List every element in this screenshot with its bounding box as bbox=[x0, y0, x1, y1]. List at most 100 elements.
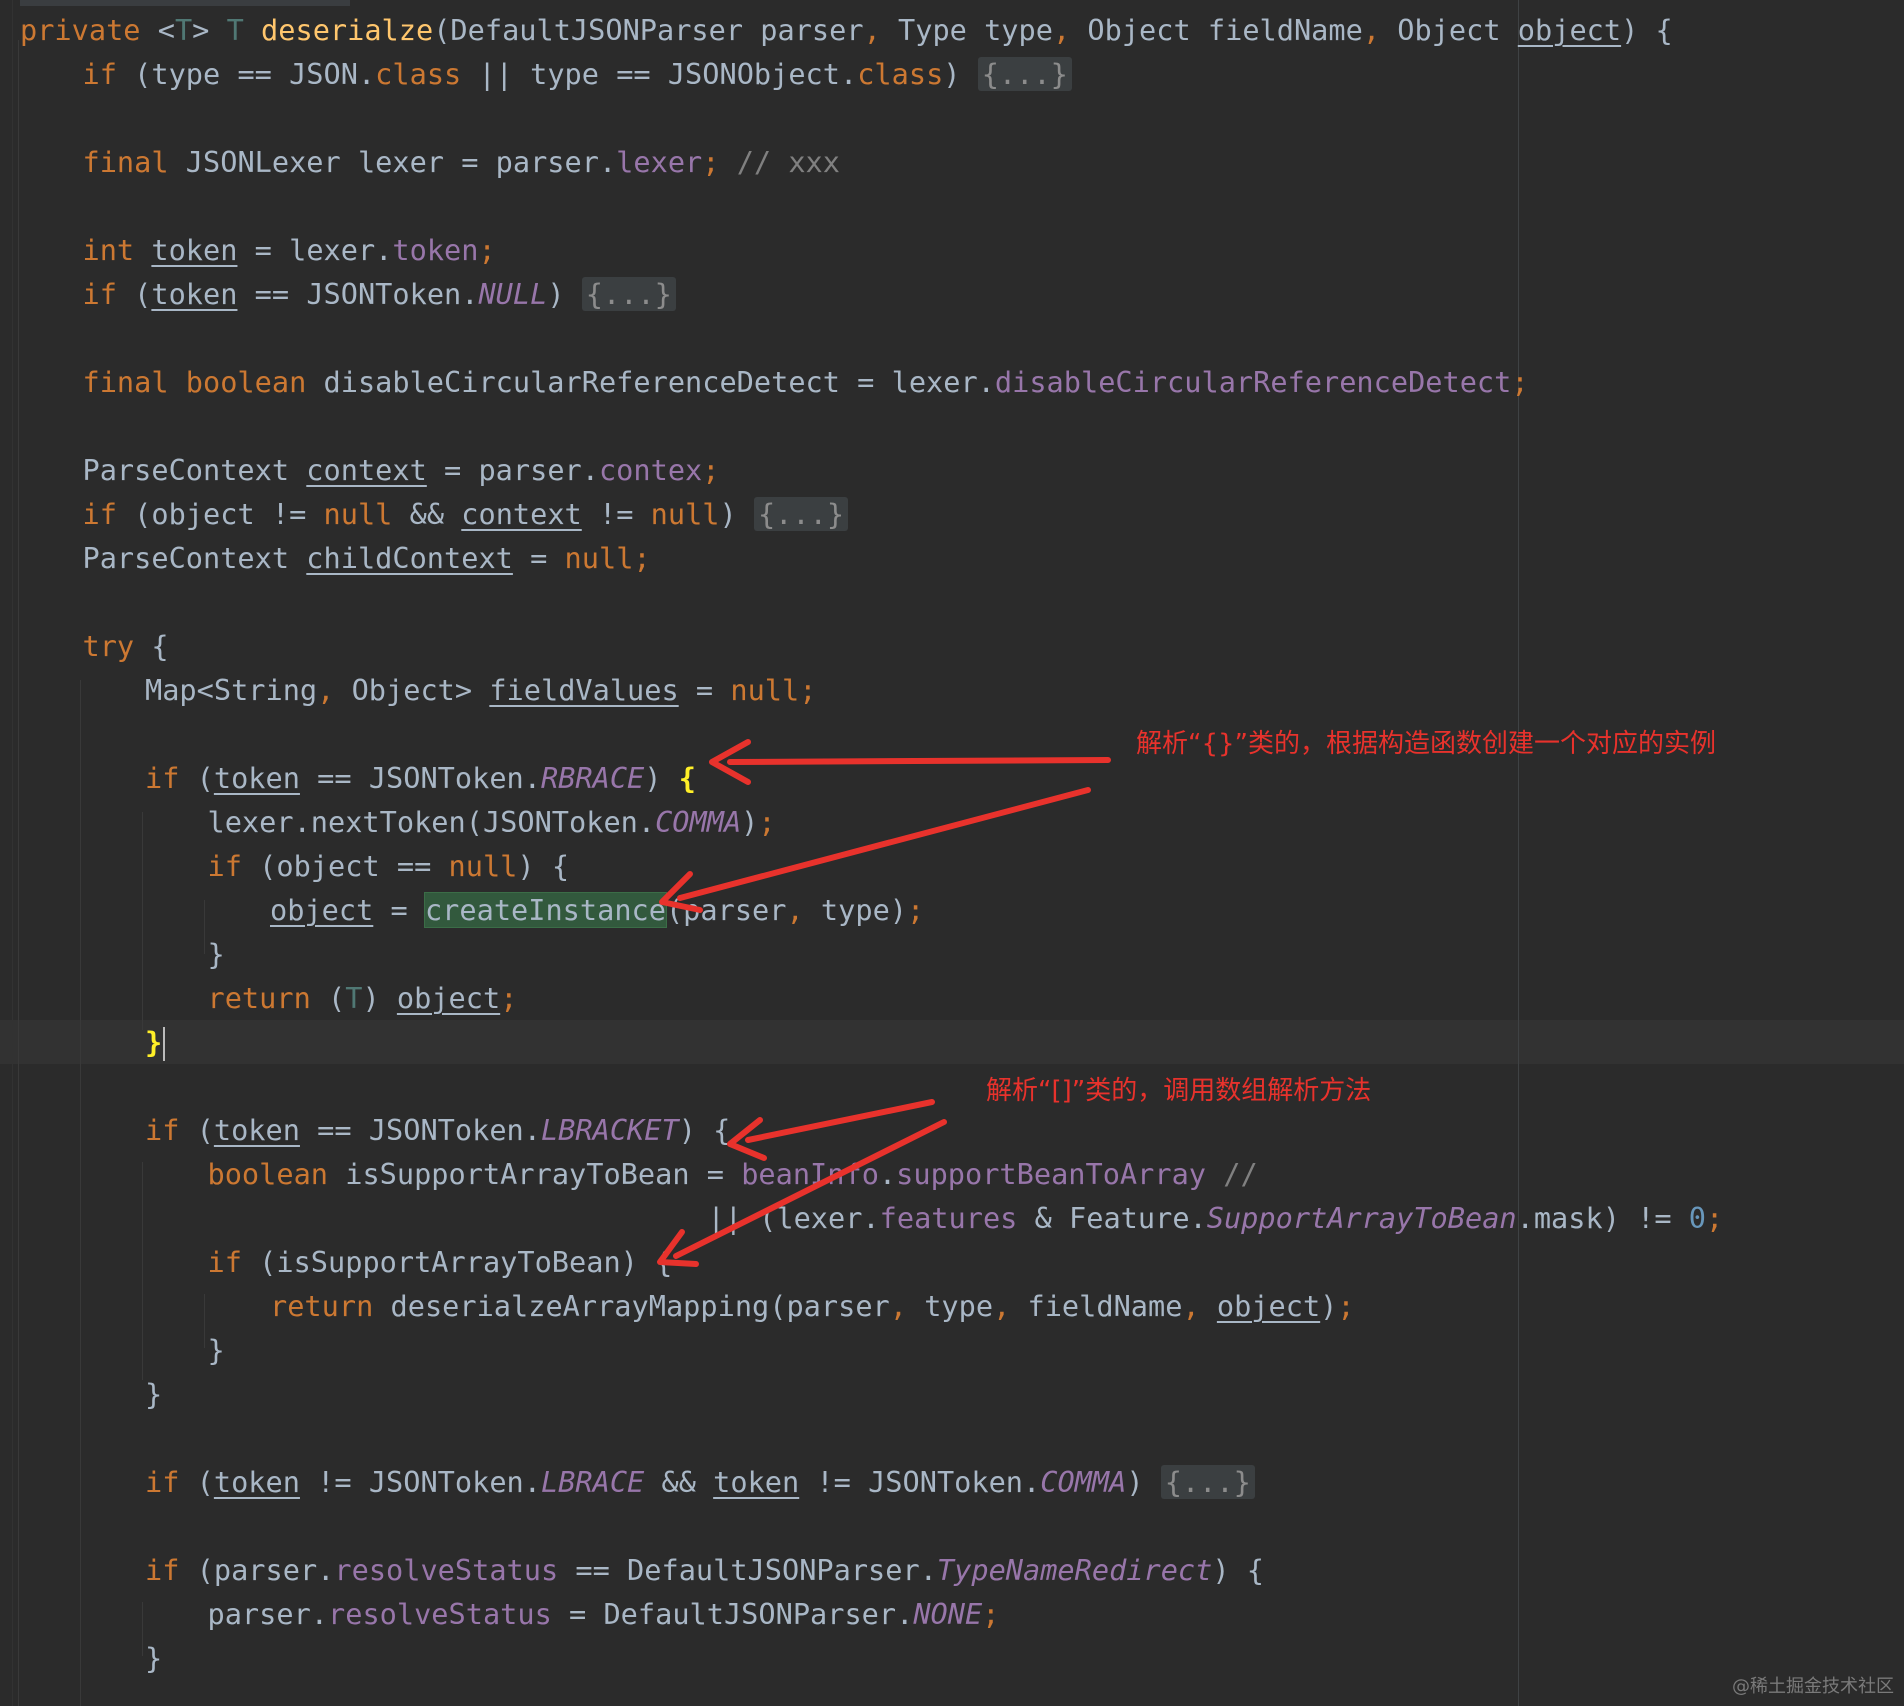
code-token: (isSupportArrayToBean) { bbox=[259, 1245, 673, 1279]
code-line[interactable]: boolean isSupportArrayToBean = beanInfo.… bbox=[208, 1152, 1258, 1196]
code-token: boolean bbox=[207, 1157, 346, 1191]
code-token: LBRACE bbox=[540, 1465, 662, 1499]
code-token: != JSONToken. bbox=[799, 1465, 1041, 1499]
code-token: SupportArrayToBean bbox=[1206, 1201, 1517, 1235]
code-token: private bbox=[20, 13, 158, 47]
code-line[interactable]: object = createInstance(parser, type); bbox=[270, 888, 924, 932]
code-token: != bbox=[581, 497, 651, 531]
code-token: == JSONToken. bbox=[299, 1113, 541, 1147]
code-token: fieldValues bbox=[489, 673, 679, 707]
code-line[interactable]: } bbox=[208, 932, 225, 976]
annotation-brace-parse: 解析“{}”类的，根据构造函数创建一个对应的实例 bbox=[1136, 729, 1717, 759]
indent-guide bbox=[18, 40, 19, 1706]
code-line[interactable]: if (token == JSONToken.NULL) {...} bbox=[83, 272, 676, 316]
code-line[interactable]: || (lexer.features & Feature.SupportArra… bbox=[708, 1196, 1724, 1240]
code-token: disableCircularReferenceDetect bbox=[994, 365, 1512, 399]
code-line[interactable]: return deserialzeArrayMapping(parser, ty… bbox=[270, 1284, 1355, 1328]
code-token: ) bbox=[1320, 1289, 1338, 1323]
code-token: null bbox=[650, 497, 720, 531]
code-token: = DefaultJSONParser. bbox=[569, 1597, 914, 1631]
code-line[interactable]: int token = lexer.token; bbox=[83, 228, 496, 272]
indent-guide bbox=[142, 1162, 143, 1380]
code-token: ) bbox=[719, 497, 754, 531]
code-token: null; bbox=[564, 541, 651, 575]
code-line[interactable]: } bbox=[208, 1328, 225, 1372]
code-line[interactable]: } bbox=[145, 1020, 166, 1064]
code-token: = lexer. bbox=[237, 233, 393, 267]
code-token: == JSONToken. bbox=[299, 761, 541, 795]
code-line[interactable]: ParseContext childContext = null; bbox=[83, 536, 651, 580]
current-line-highlight bbox=[0, 1020, 1904, 1064]
code-line[interactable]: if (isSupportArrayToBean) { bbox=[208, 1240, 673, 1284]
watermark: @稀土掘金技术社区 bbox=[1732, 1676, 1894, 1697]
code-token: class bbox=[857, 57, 944, 91]
code-token: if bbox=[145, 1113, 197, 1147]
code-editor[interactable]: private <T> T deserialze(DefaultJSONPars… bbox=[0, 0, 1904, 1706]
code-token: NULL bbox=[478, 277, 548, 311]
code-token: || (lexer. bbox=[707, 1201, 880, 1235]
code-line[interactable]: if (object != null && context != null) {… bbox=[83, 492, 849, 536]
code-token: < bbox=[157, 13, 175, 47]
code-token: ) bbox=[943, 57, 978, 91]
code-token: || type == JSONObject. bbox=[478, 57, 858, 91]
code-token: object bbox=[396, 981, 501, 1015]
code-token: , bbox=[993, 1289, 1028, 1323]
code-token: deserialzeArrayMapping(parser bbox=[390, 1289, 890, 1323]
code-line[interactable]: Map<String, Object> fieldValues = null; bbox=[145, 668, 816, 712]
code-token: RBRACE bbox=[540, 761, 645, 795]
code-token: if bbox=[145, 1465, 197, 1499]
code-token: Object> bbox=[351, 673, 490, 707]
code-line[interactable]: try { bbox=[83, 624, 169, 668]
code-line[interactable]: final boolean disableCircularReferenceDe… bbox=[83, 360, 1529, 404]
code-token: null; bbox=[730, 673, 817, 707]
code-token: ) { bbox=[678, 1113, 731, 1147]
code-token: resolveStatus bbox=[334, 1553, 576, 1587]
code-token: JSONLexer lexer = parser. bbox=[185, 145, 617, 179]
code-line[interactable]: if (parser.resolveStatus == DefaultJSONP… bbox=[145, 1548, 1264, 1592]
code-token: ; bbox=[500, 981, 518, 1015]
code-token: if bbox=[145, 1553, 197, 1587]
code-line[interactable]: } bbox=[145, 1372, 162, 1416]
code-token: .mask) != bbox=[1516, 1201, 1689, 1235]
code-line[interactable]: final JSONLexer lexer = parser.lexer; //… bbox=[83, 140, 840, 184]
code-line[interactable]: if (object == null) { bbox=[208, 844, 570, 888]
code-token: null bbox=[448, 849, 518, 883]
code-token: ; bbox=[982, 1597, 1000, 1631]
code-token: {...} bbox=[581, 277, 676, 311]
code-token: { bbox=[678, 761, 696, 795]
indent-guide bbox=[204, 900, 205, 954]
code-token: ; bbox=[702, 453, 720, 487]
code-line[interactable]: if (token == JSONToken.RBRACE) { bbox=[145, 756, 696, 800]
code-token: == DefaultJSONParser. bbox=[575, 1553, 937, 1587]
code-token: ( bbox=[196, 1113, 214, 1147]
code-line[interactable]: parser.resolveStatus = DefaultJSONParser… bbox=[208, 1592, 1000, 1636]
code-token: features bbox=[879, 1201, 1035, 1235]
arrow-to-rbrace-check bbox=[709, 739, 1111, 785]
code-line[interactable]: lexer.nextToken(JSONToken.COMMA); bbox=[208, 800, 776, 844]
code-token: ) { bbox=[1621, 13, 1673, 47]
code-token: (parser bbox=[665, 893, 787, 927]
code-line[interactable]: private <T> T deserialze(DefaultJSONPars… bbox=[20, 8, 1673, 52]
code-token: ; bbox=[1511, 365, 1529, 399]
code-token: . bbox=[878, 1157, 897, 1191]
code-token: = parser. bbox=[426, 453, 599, 487]
code-token: (DefaultJSONParser parser bbox=[433, 13, 864, 47]
indent-guide bbox=[142, 812, 143, 1030]
code-token: ; bbox=[702, 145, 737, 179]
code-token: NONE bbox=[913, 1597, 983, 1631]
code-token: int bbox=[82, 233, 152, 267]
code-token: object bbox=[270, 893, 374, 927]
code-line[interactable]: if (token == JSONToken.LBRACKET) { bbox=[145, 1108, 730, 1152]
code-line[interactable]: ParseContext context = parser.contex; bbox=[83, 448, 720, 492]
code-token: token bbox=[151, 277, 238, 311]
code-line[interactable]: } bbox=[145, 1636, 162, 1680]
code-line[interactable]: return (T) object; bbox=[208, 976, 518, 1020]
code-token: disableCircularReferenceDetect = lexer. bbox=[323, 365, 995, 399]
code-token: Object fieldName bbox=[1087, 13, 1363, 47]
code-token: Map<String bbox=[145, 673, 318, 707]
code-token: // xxx bbox=[736, 145, 840, 179]
code-line[interactable]: if (token != JSONToken.LBRACE && token !… bbox=[145, 1460, 1255, 1504]
code-token: (parser. bbox=[196, 1553, 335, 1587]
code-token: T bbox=[174, 13, 193, 47]
code-line[interactable]: if (type == JSON.class || type == JSONOb… bbox=[83, 52, 1072, 96]
